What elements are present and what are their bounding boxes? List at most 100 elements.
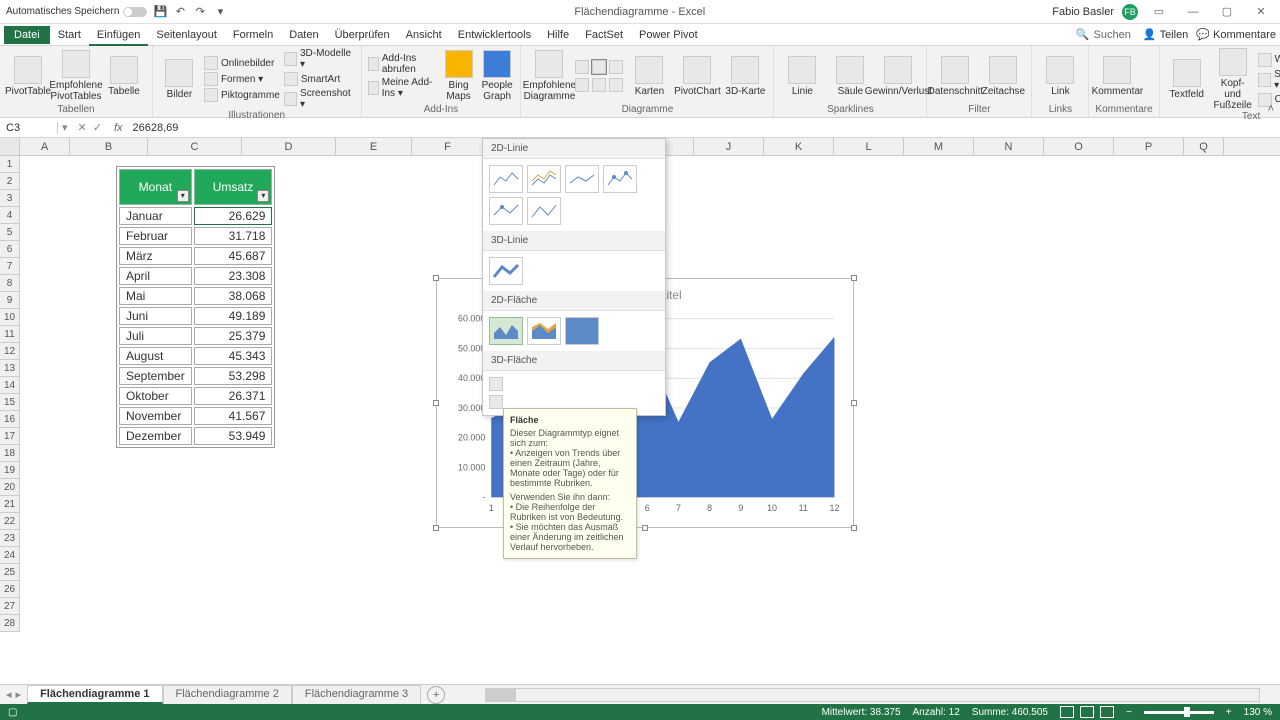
formula-input[interactable]: 26628,69 (129, 122, 1280, 134)
row-header[interactable]: 9 (0, 292, 20, 309)
row-header[interactable]: 21 (0, 496, 20, 513)
chart-hier-icon[interactable] (575, 78, 589, 92)
table-cell[interactable]: 23.308 (194, 267, 273, 285)
col-header[interactable]: D (242, 138, 336, 155)
table-cell[interactable]: Mai (119, 287, 192, 305)
row-header[interactable]: 4 (0, 207, 20, 224)
sheet-nav-prev-icon[interactable]: ◂ (6, 688, 12, 701)
table-cell[interactable]: 38.068 (194, 287, 273, 305)
row-header[interactable]: 13 (0, 360, 20, 377)
sheet-tab[interactable]: Flächendiagramme 1 (27, 685, 162, 704)
chart-combo-icon[interactable] (609, 78, 623, 92)
textbox-button[interactable]: Textfeld (1166, 59, 1208, 100)
stacked-line-option[interactable] (527, 165, 561, 193)
pivotchart-button[interactable]: PivotChart (675, 56, 719, 97)
header-monat[interactable]: Monat▾ (119, 169, 192, 205)
redo-icon[interactable]: ↷ (193, 5, 207, 19)
more-line-charts[interactable] (489, 395, 659, 409)
tab-power pivot[interactable]: Power Pivot (631, 26, 706, 44)
stacked-line-markers-option[interactable] (489, 197, 523, 225)
share-button[interactable]: 👤 Teilen (1143, 28, 1188, 41)
col-header[interactable]: O (1044, 138, 1114, 155)
data-table[interactable]: Monat▾ Umsatz▾ Januar26.629Februar31.718… (116, 166, 275, 448)
horizontal-scrollbar[interactable] (485, 688, 1260, 702)
row-header[interactable]: 8 (0, 275, 20, 292)
page-layout-view-icon[interactable] (1080, 706, 1094, 718)
3d-area-option[interactable] (489, 377, 659, 391)
col-header[interactable]: N (974, 138, 1044, 155)
row-header[interactable]: 28 (0, 615, 20, 632)
tab-seitenlayout[interactable]: Seitenlayout (148, 26, 225, 44)
col-header[interactable]: A (20, 138, 70, 155)
table-cell[interactable]: Januar (119, 207, 192, 225)
col-header[interactable]: J (694, 138, 764, 155)
row-header[interactable]: 7 (0, 258, 20, 275)
table-cell[interactable]: 26.371 (194, 387, 273, 405)
enter-fx-icon[interactable]: ✓ (93, 121, 102, 134)
qat-more-icon[interactable]: ▾ (213, 5, 227, 19)
table-cell[interactable]: September (119, 367, 192, 385)
row-header[interactable]: 6 (0, 241, 20, 258)
toggle-icon[interactable] (123, 7, 147, 17)
maximize-icon[interactable]: ▢ (1214, 3, 1240, 21)
col-header[interactable]: F (412, 138, 484, 155)
row-header[interactable]: 5 (0, 224, 20, 241)
line-option-6[interactable] (527, 197, 561, 225)
zoom-out-icon[interactable]: − (1126, 707, 1132, 718)
table-cell[interactable]: 41.567 (194, 407, 273, 425)
tab-einfügen[interactable]: Einfügen (89, 26, 148, 46)
search-box[interactable]: 🔍 Suchen (1076, 28, 1131, 41)
table-cell[interactable]: 45.343 (194, 347, 273, 365)
row-header[interactable]: 3 (0, 190, 20, 207)
col-header[interactable]: K (764, 138, 834, 155)
row-header[interactable]: 12 (0, 343, 20, 360)
tab-hilfe[interactable]: Hilfe (539, 26, 577, 44)
sparkline-winloss-button[interactable]: Gewinn/Verlust (876, 56, 920, 97)
tab-formeln[interactable]: Formeln (225, 26, 281, 44)
table-cell[interactable]: Februar (119, 227, 192, 245)
row-header[interactable]: 17 (0, 428, 20, 445)
tab-daten[interactable]: Daten (281, 26, 326, 44)
zoom-in-icon[interactable]: + (1226, 707, 1232, 718)
sheet-nav-next-icon[interactable]: ▸ (16, 688, 22, 701)
row-header[interactable]: 14 (0, 377, 20, 394)
get-addins-button[interactable]: Add-Ins abrufen (368, 53, 438, 75)
col-header[interactable]: Q (1184, 138, 1224, 155)
row-header[interactable]: 26 (0, 581, 20, 598)
chart-type-dropdown[interactable]: 2D-Linie 3D-Linie 2D-Fläche 3D-Fläche (482, 138, 666, 416)
timeline-button[interactable]: Zeitachse (981, 56, 1025, 97)
my-addins-button[interactable]: Meine Add-Ins ▾ (368, 77, 438, 99)
row-header[interactable]: 24 (0, 547, 20, 564)
spreadsheet-grid[interactable]: ABCDEFGHIJKLMNOPQ 1234567891011121314151… (0, 138, 1280, 678)
zoom-level[interactable]: 130 % (1244, 707, 1272, 718)
autosave-toggle[interactable]: Automatisches Speichern (6, 6, 147, 17)
line-markers-option[interactable] (603, 165, 637, 193)
filter-dropdown-icon[interactable]: ▾ (257, 190, 269, 202)
100-stacked-area-option[interactable] (565, 317, 599, 345)
maps-button[interactable]: Karten (627, 56, 671, 97)
slicer-button[interactable]: Datenschnitt (933, 56, 977, 97)
select-all-corner[interactable] (0, 138, 20, 155)
table-cell[interactable]: August (119, 347, 192, 365)
row-header[interactable]: 22 (0, 513, 20, 530)
row-header[interactable]: 25 (0, 564, 20, 581)
sparkline-line-button[interactable]: Linie (780, 56, 824, 97)
sheet-tab[interactable]: Flächendiagramme 3 (292, 685, 421, 704)
table-cell[interactable]: Dezember (119, 427, 192, 445)
pictures-button[interactable]: Bilder (159, 59, 200, 100)
normal-view-icon[interactable] (1060, 706, 1074, 718)
100-stacked-line-option[interactable] (565, 165, 599, 193)
recommended-charts-button[interactable]: Empfohlene Diagramme (527, 50, 571, 102)
stacked-area-option[interactable] (527, 317, 561, 345)
row-header[interactable]: 16 (0, 411, 20, 428)
minimize-icon[interactable]: — (1180, 3, 1206, 21)
sheet-tab[interactable]: Flächendiagramme 2 (163, 685, 292, 704)
table-cell[interactable]: Oktober (119, 387, 192, 405)
col-header[interactable]: C (148, 138, 242, 155)
table-cell[interactable]: 49.189 (194, 307, 273, 325)
save-icon[interactable]: 💾 (153, 5, 167, 19)
row-header[interactable]: 15 (0, 394, 20, 411)
filter-dropdown-icon[interactable]: ▾ (177, 190, 189, 202)
link-button[interactable]: Link (1038, 56, 1082, 97)
row-header[interactable]: 10 (0, 309, 20, 326)
